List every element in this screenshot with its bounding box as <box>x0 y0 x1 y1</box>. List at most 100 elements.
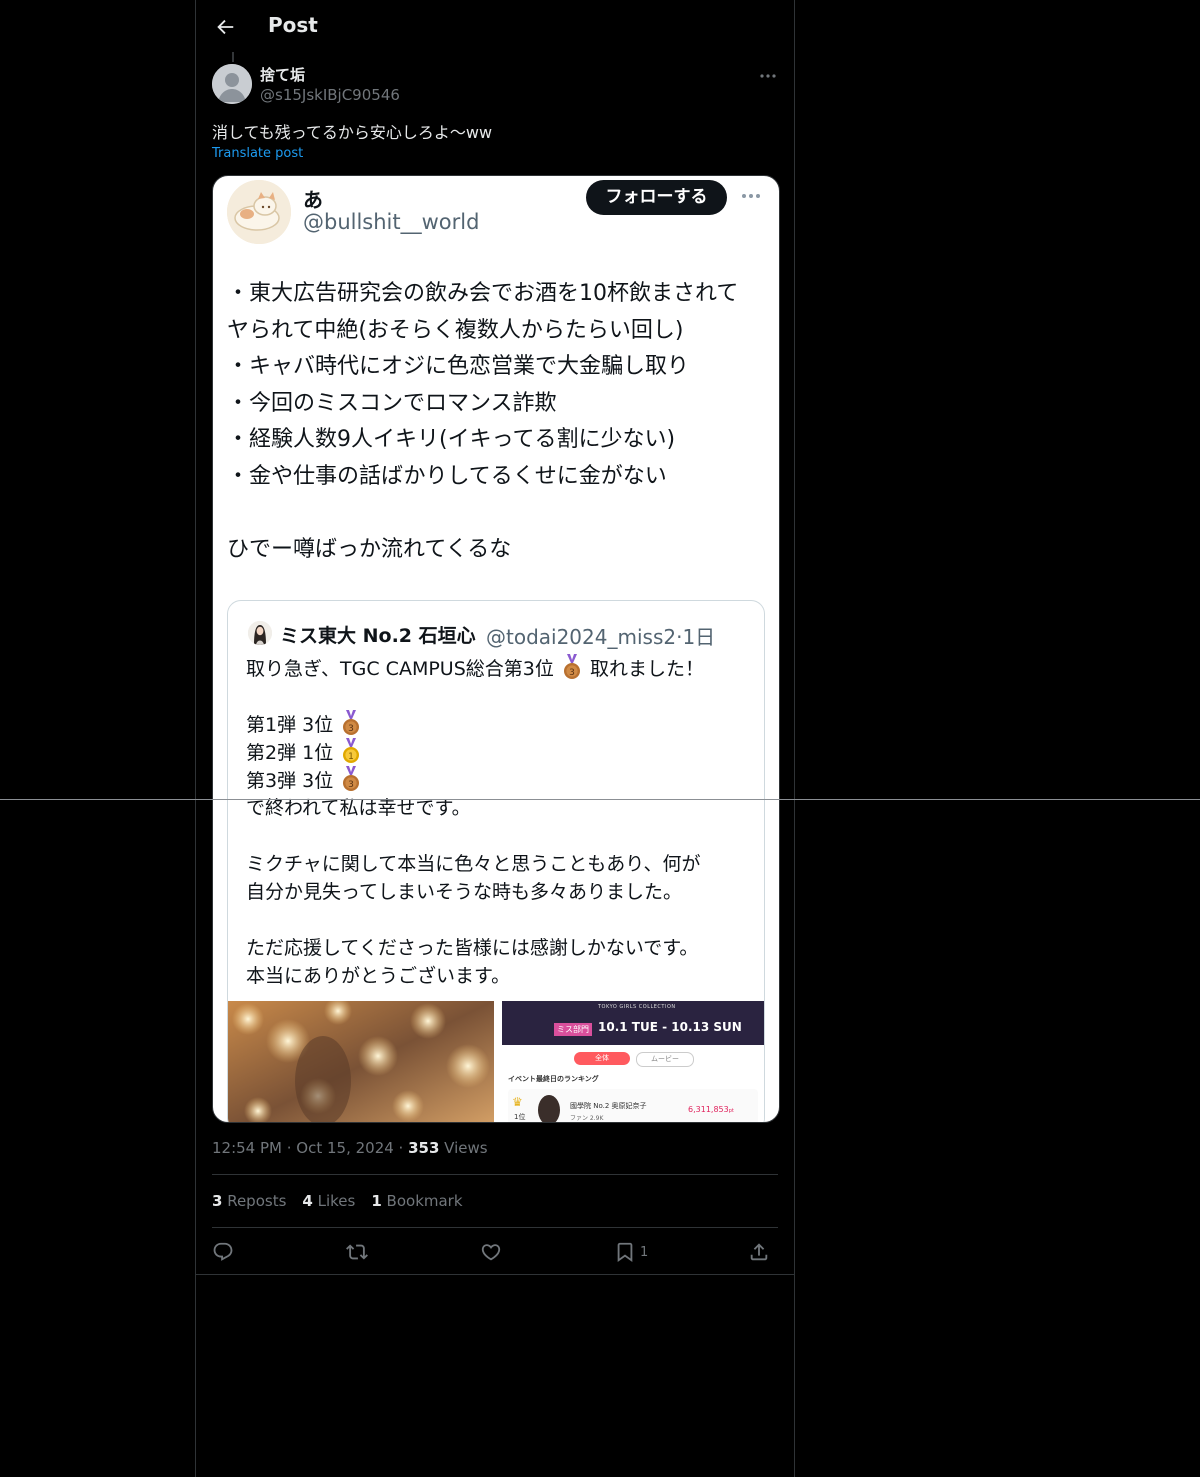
embedded-text-line: ・今回のミスコンでロマンス詐欺 <box>227 390 557 416</box>
quoted-post: ミス東大 No.2 石垣心 @todai2024_miss2·1日 取り急ぎ、T… <box>227 600 765 1122</box>
banner-title: TOKYO GIRLS COLLECTION <box>598 1004 676 1010</box>
default-avatar-icon <box>212 64 252 104</box>
bronze-medal-icon: 3 <box>562 654 582 688</box>
quoted-author-meta: @todai2024_miss2·1日 <box>486 621 715 650</box>
quoted-rank-line: 第3弾 3位 3 <box>246 766 751 794</box>
banner-category: ミス部門 <box>554 1023 592 1036</box>
quoted-avatar <box>248 621 272 645</box>
avatar[interactable] <box>212 64 252 104</box>
quoted-text-line: 自分か見失ってしまいそうな時も多々ありました。 <box>246 881 683 903</box>
embedded-avatar <box>227 180 291 244</box>
likes-stat[interactable]: 4 Likes <box>302 1192 355 1210</box>
page-title: Post <box>268 13 318 37</box>
divider <box>212 1174 778 1175</box>
main-column: Post 捨て垢 @s15JskIBjC90546 消しても残ってるから安心しろ… <box>195 0 795 1477</box>
lanterns-photo <box>228 1001 494 1122</box>
post-meta: 12:54 PM · Oct 15, 2024 · 353 Views <box>212 1139 488 1157</box>
post-text: 消しても残ってるから安心しろよ〜ww <box>212 123 493 142</box>
quoted-rank-line: 第2弾 1位 1 <box>246 738 751 766</box>
quoted-text-line <box>246 682 751 710</box>
embedded-text-line <box>227 495 772 532</box>
quoted-text-segment: 取り急ぎ、TGC CAMPUS総合第3位 <box>246 658 554 680</box>
entry-name: 國學院 No.2 奥原妃奈子 <box>570 1102 647 1110</box>
post-image[interactable]: あ @bullshit__world フォローする ・東大広告研究会の飲み会でお… <box>212 175 780 1123</box>
reply-button[interactable] <box>212 1240 234 1264</box>
ranking-banner: TOKYO GIRLS COLLECTION ミス部門 10.1 TUE - 1… <box>502 1001 764 1045</box>
divider <box>196 1274 794 1275</box>
thread-connector-line <box>232 52 234 62</box>
quoted-author-handle: @todai2024_miss2 <box>486 625 677 649</box>
share-button[interactable] <box>748 1240 770 1264</box>
banner-dates: 10.1 TUE - 10.13 SUN <box>598 1020 742 1034</box>
ranking-screenshot: TOKYO GIRLS COLLECTION ミス部門 10.1 TUE - 1… <box>502 1001 764 1122</box>
quoted-text-line <box>246 822 751 850</box>
quoted-author-name: ミス東大 No.2 石垣心 <box>280 625 476 647</box>
tab-all: 全体 <box>574 1052 630 1065</box>
translate-post-link[interactable]: Translate post <box>212 146 303 161</box>
views-label: Views <box>439 1139 488 1157</box>
author-display-name[interactable]: 捨て垢 <box>260 64 305 85</box>
embedded-follow-button: フォローする <box>586 180 727 215</box>
quoted-text-line <box>246 906 751 934</box>
quoted-post-time: ·1日 <box>676 625 716 649</box>
entry-points-value: 6,311,853 <box>688 1105 729 1114</box>
bookmark-count: 1 <box>640 1244 649 1260</box>
author-username[interactable]: @s15JskIBjC90546 <box>260 86 400 104</box>
person-avatar-icon <box>248 621 272 645</box>
like-button[interactable] <box>480 1240 502 1264</box>
embedded-text-line: ・金や仕事の話ばかりしてるくせに金がない <box>227 463 667 489</box>
divider <box>212 1227 778 1228</box>
quoted-rank-line: 第1弾 3位 3 <box>246 710 751 738</box>
likes-label: Likes <box>312 1192 356 1210</box>
more-options-icon[interactable] <box>758 66 778 86</box>
embedded-text-line: ひでー噂ばっか流れてくるな <box>227 536 512 562</box>
quoted-text-line: 本当にありがとうございます。 <box>246 965 511 987</box>
rank-text: 第1弾 3位 <box>246 714 334 736</box>
embedded-text-line: ・経験人数9人イキリ(イキってる割に少ない) <box>227 427 676 452</box>
entry-photo <box>538 1095 560 1122</box>
bookmarks-label: Bookmark <box>381 1192 463 1210</box>
views-count: 353 <box>408 1139 440 1157</box>
reposts-stat[interactable]: 3 Reposts <box>212 1192 286 1210</box>
svg-text:3: 3 <box>348 724 354 734</box>
svg-text:1: 1 <box>348 752 354 762</box>
ranking-heading: イベント最終日のランキング <box>508 1075 599 1083</box>
entry-points: 6,311,853pt <box>688 1105 734 1114</box>
quoted-text-line: ミクチャに関して本当に色々と思うこともあり、何が <box>246 853 701 875</box>
svg-text:3: 3 <box>569 668 575 678</box>
quoted-media: TOKYO GIRLS COLLECTION ミス部門 10.1 TUE - 1… <box>228 1001 764 1122</box>
rank-text: 第2弾 1位 <box>246 742 334 764</box>
embedded-text-line: ヤられて中絶(おそらく複数人からたらい回し) <box>227 317 684 343</box>
tab-movie: ムービー <box>636 1052 694 1067</box>
back-arrow-icon[interactable] <box>214 16 236 38</box>
reply-icon <box>213 1242 233 1261</box>
bookmarks-stat[interactable]: 1 Bookmark <box>371 1192 462 1210</box>
rank-text: 第3弾 3位 <box>246 770 334 792</box>
embedded-text-line: ・東大広告研究会の飲み会でお酒を10杯飲まされて <box>227 281 739 306</box>
post-stats: 3 Reposts 4 Likes 1 Bookmark <box>212 1192 479 1210</box>
embedded-text-line: ・キャバ時代にオジに色恋営業で大金騙し取り <box>227 354 690 379</box>
quoted-post-text: 取り急ぎ、TGC CAMPUS総合第3位 3 取れました！ 第1弾 3位 3 第… <box>246 654 751 990</box>
reposts-count: 3 <box>212 1192 223 1210</box>
embedded-more-icon <box>742 194 760 198</box>
post-timestamp[interactable]: 12:54 PM · Oct 15, 2024 · <box>212 1139 408 1157</box>
reposts-label: Reposts <box>222 1192 287 1210</box>
entry-fans: ファン 2.9K <box>570 1115 604 1122</box>
blurred-lantern-photo-icon <box>228 1001 494 1122</box>
quoted-text-segment: 取れました！ <box>589 658 704 680</box>
crown-icon: ♛ <box>512 1095 523 1109</box>
quoted-text-line: 取り急ぎ、TGC CAMPUS総合第3位 3 取れました！ <box>246 654 751 682</box>
likes-count: 4 <box>302 1192 313 1210</box>
cat-avatar-icon <box>227 180 291 244</box>
quoted-text-line: ただ応援してくださった皆様には感謝しかないです。 <box>246 937 699 959</box>
top-bar: Post <box>196 0 794 54</box>
image-seam-line <box>0 799 1200 800</box>
ranking-row: ♛ 1位 國學院 No.2 奥原妃奈子 ファン 2.9K 6,311,853pt <box>508 1089 758 1122</box>
bookmark-button[interactable]: 1 <box>614 1240 648 1264</box>
svg-text:3: 3 <box>348 780 354 790</box>
repost-button[interactable] <box>346 1240 368 1264</box>
heart-icon <box>481 1244 501 1261</box>
bookmark-icon <box>617 1242 633 1263</box>
repost-icon <box>346 1244 368 1260</box>
share-icon <box>750 1243 768 1261</box>
